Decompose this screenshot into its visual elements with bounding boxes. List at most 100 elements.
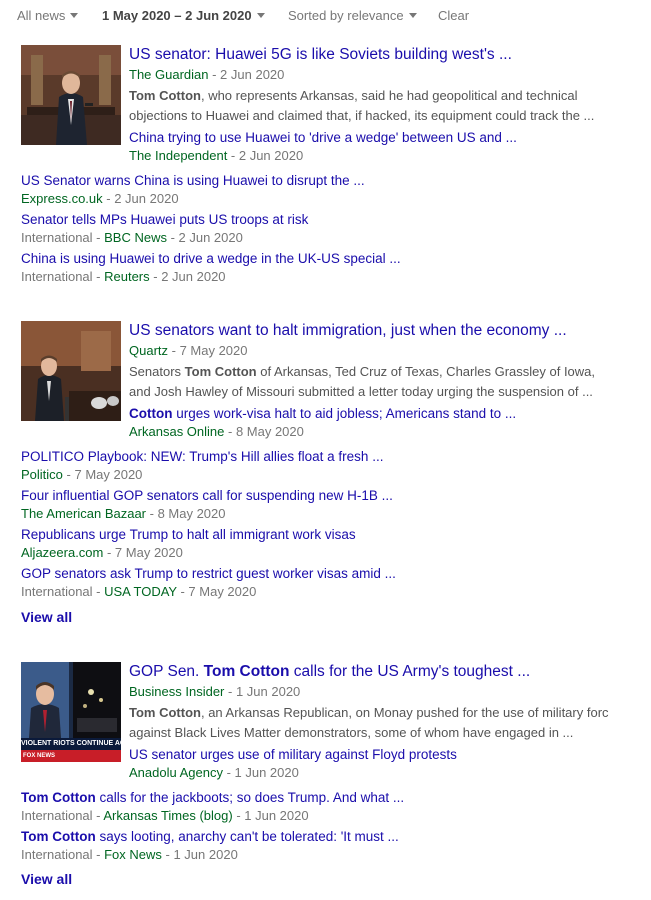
- source-name[interactable]: Business Insider: [129, 684, 224, 699]
- list-item: Tom Cotton calls for the jackboots; so d…: [21, 789, 621, 825]
- related-story-link[interactable]: Tom Cotton calls for the jackboots; so d…: [21, 789, 621, 807]
- date-range-dropdown[interactable]: 1 May 2020 – 2 Jun 2020: [102, 8, 265, 23]
- title-text: calls for the US Army's toughest ...: [289, 663, 531, 680]
- section-prefix: International -: [21, 230, 105, 245]
- related-story-link[interactable]: China is using Huawei to drive a wedge i…: [21, 250, 621, 268]
- source-name[interactable]: USA TODAY: [104, 584, 177, 599]
- story-date: - 7 May 2020: [176, 584, 257, 599]
- story-date: - 7 May 2020: [62, 467, 143, 482]
- title-text: urges work-visa halt to aid jobless; Ame…: [172, 406, 517, 421]
- clear-button[interactable]: Clear: [438, 8, 469, 23]
- source-name[interactable]: Aljazeera.com: [21, 545, 103, 560]
- source-name[interactable]: Quartz: [129, 343, 168, 358]
- story-date: - 2 Jun 2020: [102, 191, 179, 206]
- related-story-link[interactable]: China trying to use Huawei to 'drive a w…: [129, 129, 629, 147]
- related-story-link[interactable]: Four influential GOP senators call for s…: [21, 487, 621, 505]
- source-name[interactable]: Fox News: [104, 847, 162, 862]
- related-story-link[interactable]: Cotton urges work-visa halt to aid joble…: [129, 405, 629, 423]
- source-name[interactable]: The Independent: [129, 148, 227, 163]
- title-text: GOP Sen.: [129, 663, 204, 680]
- view-all-link[interactable]: View all: [21, 609, 72, 625]
- title-highlight: Tom Cotton: [203, 663, 290, 680]
- story-date: - 2 Jun 2020: [149, 269, 226, 284]
- related-story-link[interactable]: Tom Cotton says looting, anarchy can't b…: [21, 828, 621, 846]
- related-story-link[interactable]: Senator tells MPs Huawei puts US troops …: [21, 211, 621, 229]
- source-name[interactable]: The American Bazaar: [21, 506, 146, 521]
- related-story-source: The Independent - 2 Jun 2020: [129, 147, 629, 165]
- story-date: - 8 May 2020: [146, 506, 226, 521]
- snippet-text: objections to Huawei and claimed that, i…: [129, 108, 595, 123]
- story-date: - 2 Jun 2020: [166, 230, 243, 245]
- story-title-link[interactable]: US senator: Huawei 5G is like Soviets bu…: [129, 45, 629, 65]
- story-date: - 1 Jun 2020: [232, 808, 309, 823]
- snippet-highlight: Tom Cotton: [129, 705, 201, 720]
- list-item: Senator tells MPs Huawei puts US troops …: [21, 211, 621, 247]
- snippet-text: of Arkansas, Ted Cruz of Texas, Charles …: [256, 364, 596, 379]
- section-prefix: International -: [21, 808, 104, 823]
- view-all-link[interactable]: View all: [21, 871, 72, 887]
- title-text: says looting, anarchy can't be tolerated…: [95, 829, 399, 844]
- snippet-text: against Black Lives Matter demonstrators…: [129, 725, 574, 740]
- search-tools-bar: All news 1 May 2020 – 2 Jun 2020 Sorted …: [0, 0, 651, 32]
- news-thumbnail[interactable]: [21, 321, 121, 421]
- caret-down-icon: [408, 13, 417, 18]
- all-news-dropdown[interactable]: All news: [17, 8, 79, 23]
- list-item: Tom Cotton says looting, anarchy can't b…: [21, 828, 621, 864]
- caret-down-icon: [70, 13, 79, 18]
- caret-down-icon: [256, 13, 265, 18]
- thumbnail-lower-third: VIOLENT RIOTS CONTINUE AC: [21, 740, 121, 747]
- story-source: Quartz - 7 May 2020: [129, 342, 629, 360]
- related-stories-list: POLITICO Playbook: NEW: Trump's Hill all…: [21, 448, 621, 604]
- fox-news-logo: FOX NEWS: [23, 753, 56, 759]
- snippet-highlight: Tom Cotton: [129, 88, 201, 103]
- story-date: - 2 Jun 2020: [208, 67, 285, 82]
- source-name[interactable]: Arkansas Times (blog): [103, 808, 232, 823]
- sort-label: Sorted by relevance: [288, 8, 404, 23]
- story-date: - 7 May 2020: [103, 545, 183, 560]
- title-highlight: Cotton: [129, 406, 173, 421]
- story-date: - 1 Jun 2020: [161, 847, 238, 862]
- related-story-link[interactable]: POLITICO Playbook: NEW: Trump's Hill all…: [21, 448, 621, 466]
- snippet-text: Senators: [129, 364, 185, 379]
- source-name[interactable]: Politico: [21, 467, 63, 482]
- related-story-link[interactable]: GOP senators ask Trump to restrict guest…: [21, 565, 621, 583]
- snippet-text: , an Arkansas Republican, on Monay pushe…: [200, 705, 609, 720]
- cluster-main-story: GOP Sen. Tom Cotton calls for the US Arm…: [129, 662, 629, 782]
- related-story-link[interactable]: US Senator warns China is using Huawei t…: [21, 172, 621, 190]
- related-story-source: Anadolu Agency - 1 Jun 2020: [129, 764, 629, 782]
- snippet-highlight: Tom Cotton: [184, 364, 257, 379]
- story-title-link[interactable]: GOP Sen. Tom Cotton calls for the US Arm…: [129, 662, 629, 682]
- news-thumbnail[interactable]: VIOLENT RIOTS CONTINUE AC FOX NEWS: [21, 662, 121, 762]
- source-name[interactable]: The Guardian: [129, 67, 209, 82]
- news-thumbnail[interactable]: [21, 45, 121, 145]
- list-item: Republicans urge Trump to halt all immig…: [21, 526, 621, 562]
- cluster-main-story: US senator: Huawei 5G is like Soviets bu…: [129, 45, 629, 165]
- cluster-main-story: US senators want to halt immigration, ju…: [129, 321, 629, 441]
- story-date: - 2 Jun 2020: [227, 148, 304, 163]
- story-title-link[interactable]: US senators want to halt immigration, ju…: [129, 321, 629, 341]
- story-snippet: Tom Cotton, an Arkansas Republican, on M…: [129, 703, 609, 743]
- news-cluster: VIOLENT RIOTS CONTINUE AC FOX NEWS GOP S…: [21, 662, 631, 892]
- list-item: Four influential GOP senators call for s…: [21, 487, 621, 523]
- source-name[interactable]: Express.co.uk: [21, 191, 103, 206]
- source-name[interactable]: Anadolu Agency: [129, 765, 223, 780]
- news-cluster: US senator: Huawei 5G is like Soviets bu…: [21, 45, 631, 295]
- story-date: - 1 Jun 2020: [224, 684, 301, 699]
- source-name[interactable]: BBC News: [104, 230, 167, 245]
- snippet-text: , who represents Arkansas, said he had g…: [200, 88, 578, 103]
- snippet-text: and Josh Hawley of Missouri submitted a …: [129, 384, 593, 399]
- list-item: POLITICO Playbook: NEW: Trump's Hill all…: [21, 448, 621, 484]
- related-story-link[interactable]: Republicans urge Trump to halt all immig…: [21, 526, 621, 544]
- news-cluster: US senators want to halt immigration, ju…: [21, 321, 631, 631]
- source-name[interactable]: Arkansas Online: [129, 424, 224, 439]
- sort-dropdown[interactable]: Sorted by relevance: [288, 8, 417, 23]
- date-range-label: 1 May 2020 – 2 Jun 2020: [102, 8, 252, 23]
- story-snippet: Tom Cotton, who represents Arkansas, sai…: [129, 86, 609, 126]
- story-source: The Guardian - 2 Jun 2020: [129, 66, 629, 84]
- section-prefix: International -: [21, 584, 105, 599]
- related-story-link[interactable]: US senator urges use of military against…: [129, 746, 629, 764]
- source-name[interactable]: Reuters: [104, 269, 150, 284]
- list-item: GOP senators ask Trump to restrict guest…: [21, 565, 621, 601]
- story-date: - 8 May 2020: [224, 424, 304, 439]
- story-date: - 7 May 2020: [168, 343, 248, 358]
